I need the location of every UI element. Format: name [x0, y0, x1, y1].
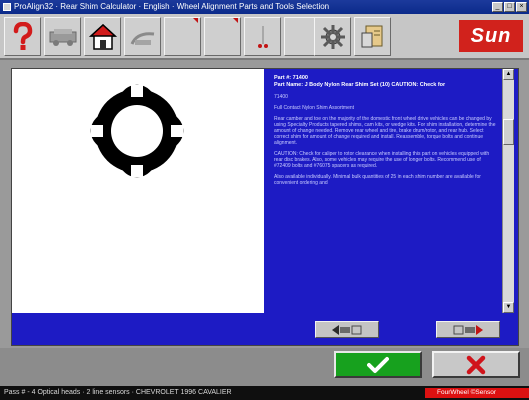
toolbar-button-6[interactable] [204, 17, 241, 56]
toolbar: Sun [0, 14, 529, 60]
print-button[interactable] [354, 17, 391, 56]
scroll-up-button[interactable]: ▲ [503, 69, 514, 80]
scroll-thumb[interactable] [503, 119, 514, 145]
home-button[interactable] [84, 17, 121, 56]
help-icon [13, 21, 32, 50]
checkmark-icon [367, 356, 389, 373]
part-image [12, 69, 264, 313]
measure-button[interactable] [124, 17, 161, 56]
settings-button[interactable] [314, 17, 351, 56]
minimize-button[interactable]: _ [492, 2, 503, 12]
shim-icon [90, 84, 184, 178]
availability-paragraph: Also available individually. Minimal bul… [274, 174, 481, 186]
toolbar-button-7[interactable] [244, 17, 281, 56]
description-scrollbar[interactable]: ▲ ▼ [502, 69, 514, 313]
cancel-button[interactable] [432, 351, 520, 378]
part-detail-panel: Part #: 71400 Part Name: J Body Nylon Re… [11, 68, 519, 346]
tool-icon [257, 25, 268, 48]
status-text: Pass # - 4 Optical heads · 2 line sensor… [4, 389, 232, 396]
home-icon [88, 23, 117, 50]
vehicle-button[interactable] [44, 17, 81, 56]
flag-marker-icon [233, 18, 238, 23]
flag-marker-icon [193, 18, 198, 23]
print-icon [361, 25, 382, 47]
maximize-button[interactable]: □ [504, 2, 515, 12]
previous-part-icon [332, 324, 362, 335]
app-icon [3, 3, 11, 11]
vehicle-icon [49, 28, 76, 46]
part-description: Part #: 71400 Part Name: J Body Nylon Re… [268, 69, 502, 313]
next-part-button[interactable] [436, 321, 500, 338]
toolbar-button-5[interactable] [164, 17, 201, 56]
window-title: ProAlign32 · Rear Shim Calculator · Engl… [14, 2, 330, 11]
caution-paragraph: CAUTION: Check for caliper to rotor clea… [274, 151, 490, 169]
sensor-status-badge: FourWheel ©Sensor [425, 388, 529, 398]
help-button[interactable] [4, 17, 41, 56]
scroll-down-button[interactable]: ▼ [503, 302, 514, 313]
measure-icon [130, 31, 154, 45]
description-paragraph: Rear camber and toe on the majority of t… [274, 116, 496, 146]
ok-button[interactable] [334, 351, 422, 378]
window-controls: _ □ × [492, 2, 527, 12]
close-icon [466, 355, 486, 374]
window-titlebar: ProAlign32 · Rear Shim Calculator · Engl… [0, 0, 529, 14]
previous-part-button[interactable] [315, 321, 379, 338]
status-bar: Pass # - 4 Optical heads · 2 line sensor… [0, 386, 529, 400]
gear-icon [320, 24, 345, 49]
part-number-text: 71400 [274, 94, 288, 100]
part-subtitle: Full Contact Nylon Shim Assortment [274, 105, 355, 111]
close-window-button[interactable]: × [516, 2, 527, 12]
next-part-icon [453, 324, 483, 335]
sun-logo: Sun [459, 20, 523, 52]
part-header: Part #: 71400 Part Name: J Body Nylon Re… [274, 75, 446, 88]
